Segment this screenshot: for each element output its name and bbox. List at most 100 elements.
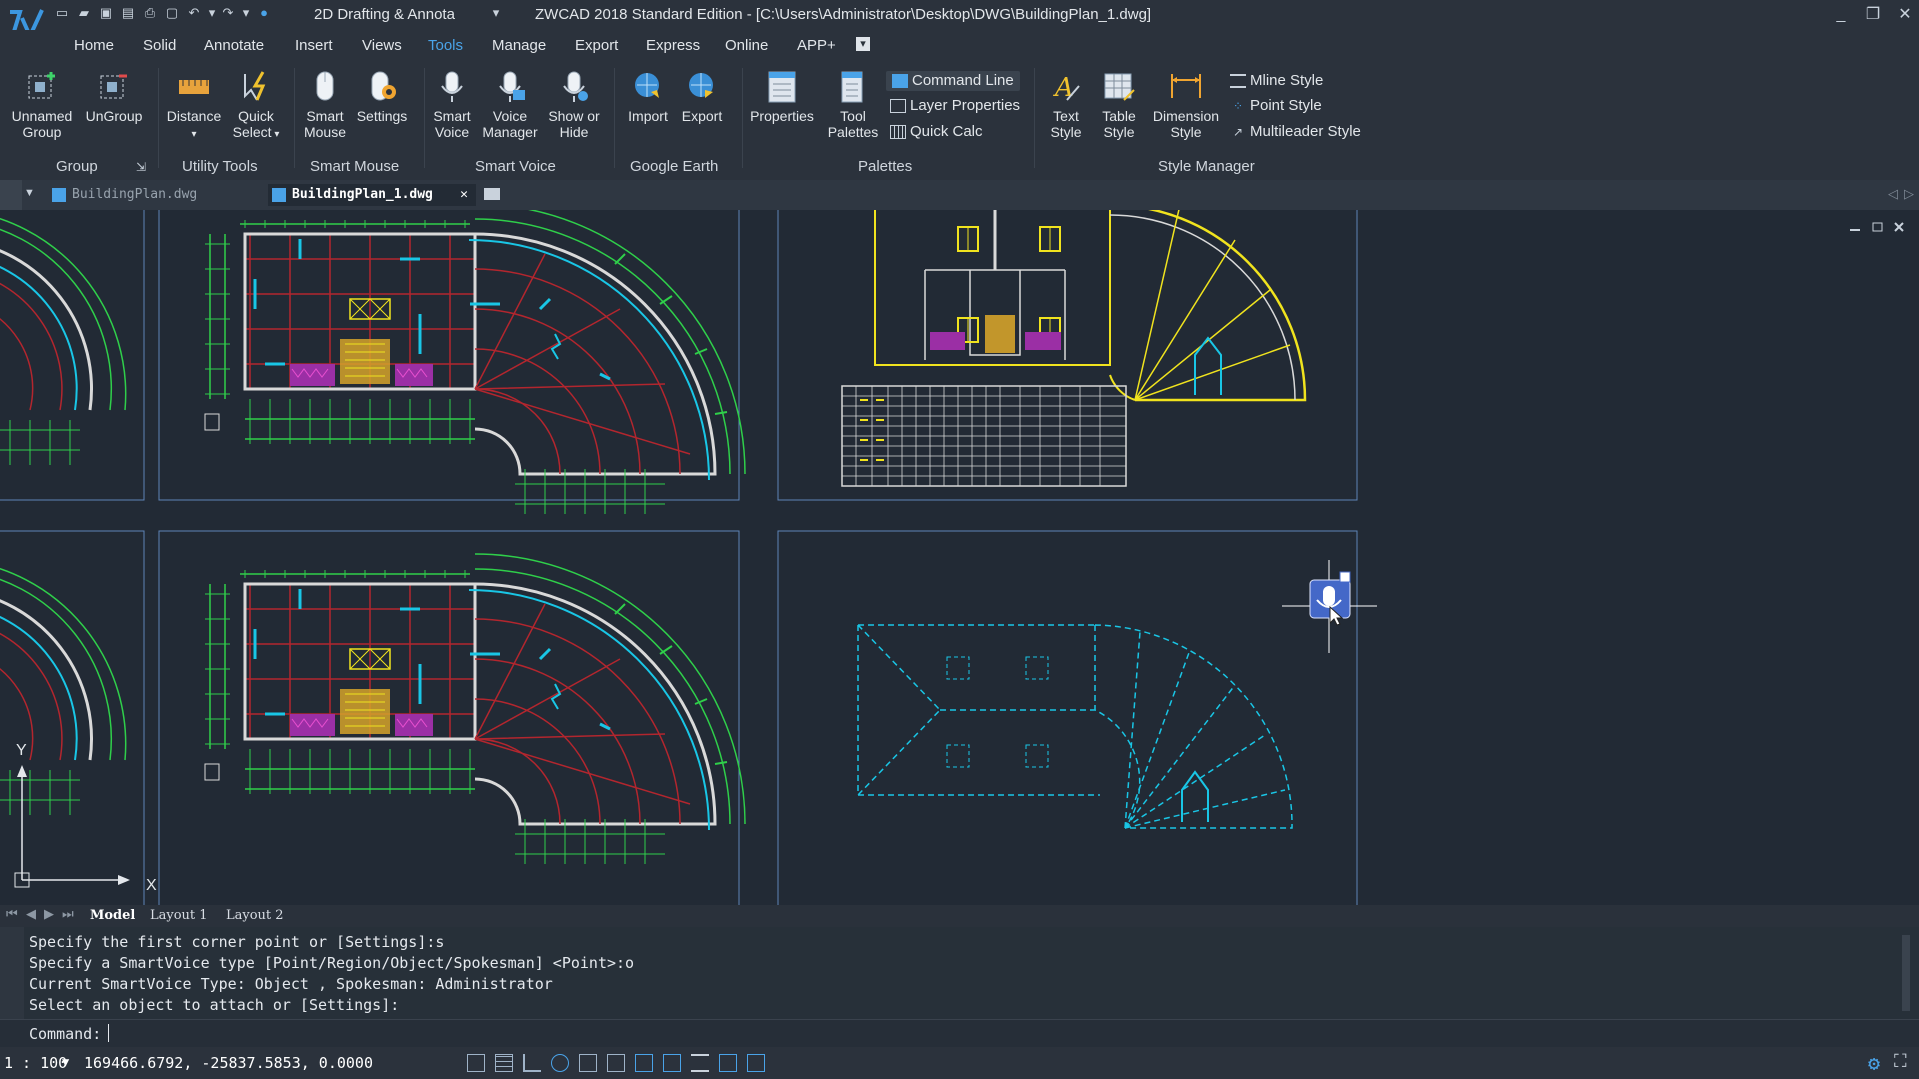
workspace-icon[interactable]: ●	[256, 5, 272, 21]
partial-floor-plan-top[interactable]	[0, 210, 127, 465]
zoom-extents-icon[interactable]: ▢	[164, 5, 180, 21]
floor-plan-bottom[interactable]	[203, 552, 747, 866]
settings-gear-icon[interactable]: ⚙	[1868, 1051, 1880, 1075]
open-folder-icon[interactable]: ▰	[76, 5, 92, 21]
floor-plan-top[interactable]	[203, 210, 747, 516]
menu-home[interactable]: Home	[74, 37, 114, 54]
tab-scroll-left-icon[interactable]: ◁	[1888, 186, 1898, 202]
redo-icon[interactable]: ↷	[220, 5, 236, 21]
tab-scroll-right-icon[interactable]: ▷	[1904, 186, 1914, 202]
menu-manage[interactable]: Manage	[492, 37, 546, 54]
ungroup-label: UnGroup	[85, 108, 143, 124]
smart-voice-button[interactable]: Smart Voice	[426, 70, 478, 140]
tab-buildingplan[interactable]: BuildingPlan.dwg	[52, 184, 252, 206]
quick-properties-icon[interactable]	[747, 1054, 765, 1072]
panel-expand-icon[interactable]: ⇲	[136, 160, 146, 174]
redo-dropdown-icon[interactable]: ▾	[238, 5, 254, 21]
layout-tab-model[interactable]: Model	[90, 908, 135, 923]
smart-mouse-button[interactable]: Smart Mouse	[296, 70, 354, 140]
viewport-controls[interactable]	[1850, 222, 1904, 232]
annotation-scale[interactable]: 1 : 100	[4, 1054, 67, 1072]
text-style-button[interactable]: A Text Style	[1036, 70, 1096, 140]
layout-tab-layout2[interactable]: Layout 2	[226, 908, 284, 923]
layout-tab-layout1[interactable]: Layout 1	[150, 908, 208, 923]
show-or-hide-button[interactable]: Show or Hide	[542, 70, 606, 140]
grid-display-icon[interactable]	[495, 1054, 513, 1072]
roof-outline-drawing[interactable]	[857, 624, 1293, 829]
ortho-mode-icon[interactable]	[523, 1054, 541, 1072]
menu-annotate[interactable]: Annotate	[204, 37, 264, 54]
close-tab-icon[interactable]: ✕	[460, 184, 468, 206]
menu-export[interactable]: Export	[575, 37, 618, 54]
command-history[interactable]: Specify the first corner point or [Setti…	[0, 927, 1919, 1019]
palettes-panel-label: Palettes	[858, 158, 913, 175]
command-input-bar[interactable]: Command:	[0, 1019, 1919, 1048]
print-icon[interactable]: ⎙	[142, 5, 158, 21]
viewport-frame[interactable]	[777, 210, 1358, 501]
minimize-icon[interactable]: _	[1830, 4, 1852, 26]
workspace-selector[interactable]: 2D Drafting & Annota	[314, 5, 455, 25]
command-line-button[interactable]: Command Line	[886, 71, 1020, 91]
menu-solid[interactable]: Solid	[143, 37, 176, 54]
schedule-table[interactable]	[841, 385, 1127, 487]
ungroup-button[interactable]: UnGroup	[80, 70, 148, 124]
undo-dropdown-icon[interactable]: ▾	[204, 5, 220, 21]
menu-online[interactable]: Online	[725, 37, 768, 54]
dimension-style-button[interactable]: Dimension Style	[1146, 70, 1226, 140]
point-style-button[interactable]: ⁘ Point Style	[1230, 96, 1322, 116]
viewport-frame[interactable]	[777, 530, 1358, 905]
command-prompt-label: Command:	[29, 1025, 102, 1043]
menu-views[interactable]: Views	[362, 37, 402, 54]
elevation-drawing[interactable]	[874, 210, 1307, 402]
previous-layout-icon[interactable]: ◀	[26, 907, 36, 922]
dynamic-input-icon[interactable]	[663, 1054, 681, 1072]
tab-list-dropdown-icon[interactable]: ▼	[24, 187, 35, 199]
tool-palettes-button[interactable]: Tool Palettes	[820, 70, 886, 140]
tab-sidebar-toggle[interactable]	[0, 180, 22, 210]
properties-button[interactable]: Properties	[744, 70, 820, 124]
multileader-style-button[interactable]: ↗ Multileader Style	[1230, 122, 1361, 142]
first-layout-icon[interactable]: ⏮	[6, 907, 18, 922]
command-input-caret[interactable]	[108, 1024, 109, 1042]
object-snap-icon[interactable]	[579, 1054, 597, 1072]
new-file-icon[interactable]: ▭	[54, 5, 70, 21]
save-as-icon[interactable]: ▤	[120, 5, 136, 21]
mline-style-button[interactable]: Mline Style	[1230, 71, 1323, 91]
snap-mode-icon[interactable]	[467, 1054, 485, 1072]
layer-properties-button[interactable]: Layer Properties	[890, 96, 1020, 116]
maximize-icon[interactable]: ❐	[1862, 4, 1884, 26]
polar-tracking-icon[interactable]	[551, 1054, 569, 1072]
object-snap-tracking-icon[interactable]	[607, 1054, 625, 1072]
next-layout-icon[interactable]: ▶	[44, 907, 54, 922]
scale-dropdown-icon[interactable]: ▼	[62, 1055, 69, 1069]
command-panel-grip[interactable]	[0, 927, 24, 1019]
quick-calc-button[interactable]: Quick Calc	[890, 122, 983, 142]
menu-overflow-icon[interactable]: ▾	[856, 37, 870, 51]
lineweight-icon[interactable]	[691, 1054, 709, 1072]
new-tab-icon[interactable]	[484, 188, 500, 200]
close-icon[interactable]: ✕	[1894, 4, 1916, 26]
quick-select-button[interactable]: Quick Select ▾	[226, 70, 286, 143]
fullscreen-icon[interactable]: ⛶	[1894, 1051, 1907, 1072]
last-layout-icon[interactable]: ⏭	[62, 907, 74, 922]
save-icon[interactable]: ▣	[98, 5, 114, 21]
undo-icon[interactable]: ↶	[186, 5, 202, 21]
google-earth-import-button[interactable]: Import	[620, 70, 676, 124]
unnamed-group-button[interactable]: Unnamed Group	[6, 70, 78, 140]
dynamic-ucs-icon[interactable]	[635, 1054, 653, 1072]
voice-manager-button[interactable]: Voice Manager	[478, 70, 542, 140]
command-history-scrollbar[interactable]	[1902, 935, 1910, 1011]
google-earth-export-button[interactable]: Export	[674, 70, 730, 124]
smart-voice-marker[interactable]	[1309, 571, 1351, 626]
workspace-dropdown-icon[interactable]: ▾	[488, 5, 504, 21]
drawing-canvas[interactable]: Y X	[0, 210, 1919, 905]
menu-tools[interactable]: Tools	[428, 37, 463, 54]
selection-cycling-icon[interactable]	[719, 1054, 737, 1072]
settings-button[interactable]: Settings	[352, 70, 412, 124]
menu-insert[interactable]: Insert	[295, 37, 333, 54]
distance-button[interactable]: Distance ▾	[160, 70, 228, 143]
menu-app-plus[interactable]: APP+	[797, 37, 836, 54]
tab-buildingplan-1[interactable]: BuildingPlan_1.dwg ✕	[268, 184, 476, 206]
menu-express[interactable]: Express	[646, 37, 700, 54]
table-style-button[interactable]: Table Style	[1092, 70, 1146, 140]
